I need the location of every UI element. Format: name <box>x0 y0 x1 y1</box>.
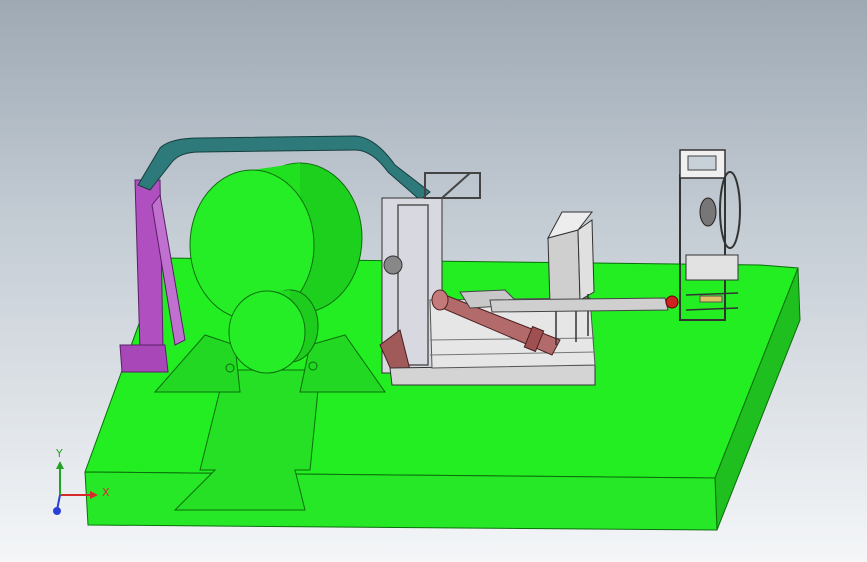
beam-coupling <box>665 295 679 309</box>
stand-wheel <box>719 171 741 249</box>
base-front-face <box>84 471 718 531</box>
sled-frame <box>389 364 596 386</box>
stand-lower-box <box>685 254 739 281</box>
cad-model-view[interactable] <box>0 0 867 562</box>
triad-z-arrow <box>53 507 61 515</box>
stand-wheel-hub <box>699 197 717 227</box>
stand-display-screen <box>687 155 717 171</box>
triad-x-label: X <box>102 486 110 499</box>
winch-top-bracket <box>424 172 481 199</box>
triad-y-label: Y <box>56 447 63 460</box>
winch-pulley <box>383 255 403 275</box>
cylinder-head <box>431 289 449 311</box>
hub-front-face <box>228 290 306 374</box>
cabinet-front <box>547 229 581 306</box>
winch-strut <box>441 172 471 199</box>
stand-label-tag <box>699 295 723 303</box>
triad-y-arrow <box>56 461 64 469</box>
cabinet-side <box>577 219 595 301</box>
3d-viewport[interactable]: X Y <box>0 0 867 562</box>
column-base <box>119 344 169 373</box>
beam-body <box>489 297 669 313</box>
